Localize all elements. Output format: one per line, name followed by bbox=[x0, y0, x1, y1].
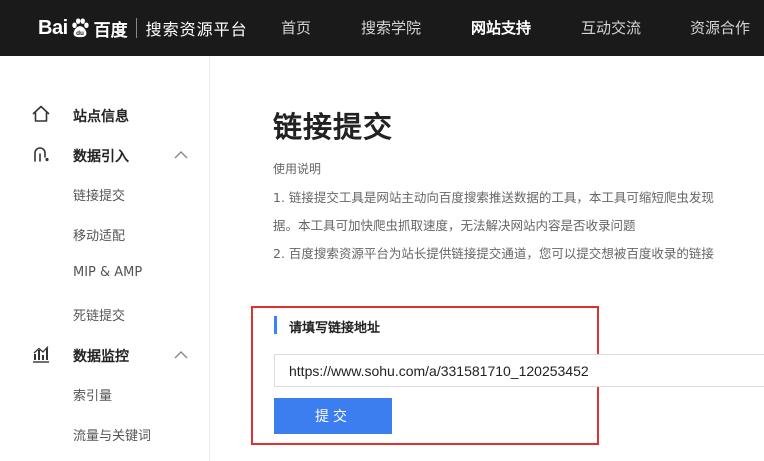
instruction-line: 2. 百度搜索资源平台为站长提供链接提交通道，您可以提交想被百度收录的链接 bbox=[273, 246, 714, 261]
sidebar-item-traffic-keywords[interactable]: 流量与关键词 bbox=[73, 425, 151, 444]
submit-button[interactable]: 提交 bbox=[274, 398, 392, 434]
sidebar-item-dead-link[interactable]: 死链提交 bbox=[73, 305, 125, 324]
sidebar-group-data-import[interactable]: 数据引入 bbox=[73, 146, 129, 166]
sidebar-item-link-submit[interactable]: 链接提交 bbox=[73, 185, 125, 204]
sidebar-item-mobile-adapt[interactable]: 移动适配 bbox=[73, 225, 125, 244]
nav-site-support[interactable]: 网站支持 bbox=[471, 0, 531, 56]
chevron-up-icon[interactable] bbox=[174, 350, 188, 360]
instructions-title: 使用说明 bbox=[273, 162, 322, 176]
data-import-icon bbox=[34, 147, 49, 162]
paw-logo-icon: du bbox=[71, 18, 89, 38]
svg-text:du: du bbox=[76, 30, 84, 37]
url-input[interactable] bbox=[274, 354, 764, 387]
sidebar-item-mip-amp[interactable]: MIP & AMP bbox=[73, 265, 142, 280]
nav-home[interactable]: 首页 bbox=[281, 0, 311, 56]
logo-text-chinese: 百度 bbox=[93, 20, 128, 41]
sidebar-item-site-info[interactable]: 站点信息 bbox=[73, 106, 129, 126]
baidu-logo[interactable]: Bai du 百度 搜索资源平台 bbox=[38, 13, 248, 43]
instruction-line: 1. 链接提交工具是网站主动向百度搜索推送数据的工具，本工具可缩短爬虫发现 bbox=[273, 190, 714, 205]
logo-text-bai: Bai bbox=[38, 16, 68, 39]
nav-interaction[interactable]: 互动交流 bbox=[581, 0, 641, 56]
nav-search-academy[interactable]: 搜索学院 bbox=[361, 0, 421, 56]
chevron-up-icon[interactable] bbox=[174, 150, 188, 160]
sidebar-group-data-monitor[interactable]: 数据监控 bbox=[73, 346, 129, 366]
platform-name: 搜索资源平台 bbox=[145, 20, 248, 39]
nav-resource-cooperation[interactable]: 资源合作 bbox=[690, 0, 750, 56]
section-accent-bar bbox=[274, 316, 277, 334]
page-title: 链接提交 bbox=[273, 110, 394, 144]
sidebar: 站点信息 数据引入 链接提交 移动适配 MIP & AMP 死链提交 数据监控 … bbox=[0, 56, 210, 461]
chart-icon bbox=[33, 346, 49, 363]
sidebar-item-index-volume[interactable]: 索引量 bbox=[73, 385, 112, 404]
logo-divider bbox=[135, 18, 137, 38]
instruction-line: 据。本工具可加快爬虫抓取速度，无法解决网站内容是否收录问题 bbox=[273, 218, 636, 233]
top-navigation-bar: Bai du 百度 搜索资源平台 首页 搜索学院 网站支持 互动交流 资源合作 bbox=[0, 0, 764, 56]
url-section-label: 请填写链接地址 bbox=[289, 321, 381, 336]
home-icon bbox=[32, 105, 50, 122]
